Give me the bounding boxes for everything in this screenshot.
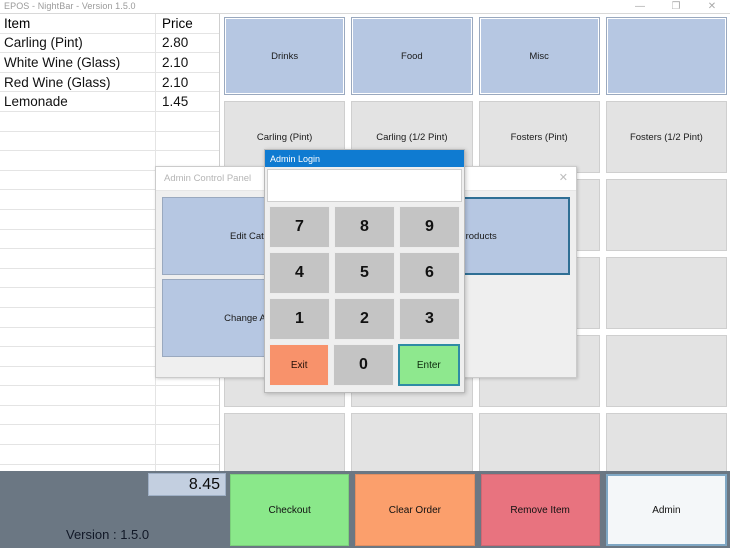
action-button-checkout[interactable]: Checkout [230, 474, 350, 546]
order-row[interactable]: Carling (Pint) 2.80 [0, 33, 219, 54]
column-divider [155, 14, 156, 33]
category-button-empty-3[interactable] [605, 17, 727, 95]
pin-input-field[interactable] [267, 169, 462, 202]
admin-panel-close-icon[interactable]: ✕ [559, 171, 568, 184]
action-button-clear-order[interactable]: Clear Order [355, 474, 475, 546]
product-button-empty[interactable] [605, 257, 727, 329]
column-divider [155, 445, 156, 464]
order-row-empty [0, 405, 219, 426]
order-row-price: 1.45 [162, 94, 189, 110]
order-row-empty [0, 111, 219, 132]
column-divider [155, 92, 156, 111]
order-list-header: Item Price [0, 14, 219, 34]
window-controls: — ❐ ✕ [622, 0, 730, 14]
column-divider [155, 72, 156, 92]
column-header-item: Item [4, 15, 31, 31]
window-titlebar: EPOS - NightBar - Version 1.5.0 — ❐ ✕ [0, 0, 730, 14]
order-row[interactable]: White Wine (Glass) 2.10 [0, 53, 219, 73]
column-header-price: Price [162, 15, 193, 31]
keypad-row: Exit 0 Enter [267, 342, 462, 388]
keypad-key-exit[interactable]: Exit [269, 344, 330, 386]
admin-panel-title: Admin Control Panel [164, 173, 252, 184]
keypad-row: 789 [267, 204, 462, 250]
order-row-price: 2.10 [162, 74, 189, 90]
column-divider [155, 53, 156, 72]
keypad-row: 456 [267, 250, 462, 296]
keypad-key-4[interactable]: 4 [269, 252, 330, 294]
order-total: 8.45 [148, 473, 226, 496]
keypad-key-2[interactable]: 2 [334, 298, 395, 340]
product-button-2[interactable]: Fosters (Pint) [478, 101, 600, 173]
order-row-price: 2.10 [162, 54, 189, 70]
window-title: EPOS - NightBar - Version 1.5.0 [4, 1, 136, 11]
maximize-icon[interactable]: ❐ [658, 0, 694, 14]
keypad-key-8[interactable]: 8 [334, 206, 395, 248]
action-button-admin[interactable]: Admin [605, 474, 727, 546]
keypad-key-9[interactable]: 9 [399, 206, 460, 248]
order-row[interactable]: Red Wine (Glass) 2.10 [0, 72, 219, 93]
order-row-empty [0, 425, 219, 446]
category-row: Drinks Food Misc [221, 14, 730, 98]
product-button-3[interactable]: Fosters (1/2 Pint) [605, 101, 727, 173]
keypad-key-5[interactable]: 5 [334, 252, 395, 294]
minimize-icon[interactable]: — [622, 0, 658, 14]
keypad-row: 123 [267, 296, 462, 342]
keypad-key-3[interactable]: 3 [399, 298, 460, 340]
order-row-empty [0, 131, 219, 152]
action-buttons: Checkout Clear Order Remove Item Admin [227, 474, 730, 546]
category-button-drinks[interactable]: Drinks [224, 17, 346, 95]
keypad-key-enter[interactable]: Enter [397, 344, 460, 386]
order-row-item: Carling (Pint) [4, 35, 83, 51]
admin-login-title: Admin Login [270, 153, 321, 164]
product-button-empty[interactable] [605, 335, 727, 407]
admin-login-dialog: Admin Login 7 8 9 4 5 6 1 2 3 Exit 0 Enter [264, 149, 465, 393]
version-label: Version : 1.5.0 [66, 527, 150, 542]
category-button-misc[interactable]: Misc [478, 17, 600, 95]
keypad-key-6[interactable]: 6 [399, 252, 460, 294]
action-button-remove-item[interactable]: Remove Item [480, 474, 600, 546]
column-divider [155, 33, 156, 53]
keypad-key-7[interactable]: 7 [269, 206, 330, 248]
close-icon[interactable]: ✕ [694, 0, 730, 14]
order-row-price: 2.80 [162, 35, 189, 51]
epos-application-window: EPOS - NightBar - Version 1.5.0 — ❐ ✕ It… [0, 0, 730, 548]
column-divider [155, 111, 156, 131]
order-row[interactable]: Lemonade 1.45 [0, 92, 219, 112]
column-divider [155, 425, 156, 445]
keypad-key-1[interactable]: 1 [269, 298, 330, 340]
order-row-item: White Wine (Glass) [4, 54, 121, 70]
admin-login-titlebar: Admin Login [265, 150, 464, 167]
column-divider [155, 131, 156, 151]
column-divider [155, 405, 156, 425]
product-button-empty[interactable] [605, 179, 727, 251]
column-divider [155, 386, 156, 405]
order-row-item: Lemonade [4, 94, 68, 110]
order-row-empty [0, 445, 219, 465]
keypad-key-0[interactable]: 0 [333, 344, 394, 386]
category-button-food[interactable]: Food [351, 17, 473, 95]
numeric-keypad: 7 8 9 4 5 6 1 2 3 Exit 0 Enter [265, 202, 464, 390]
order-row-empty [0, 386, 219, 406]
order-row-item: Red Wine (Glass) [4, 74, 111, 90]
